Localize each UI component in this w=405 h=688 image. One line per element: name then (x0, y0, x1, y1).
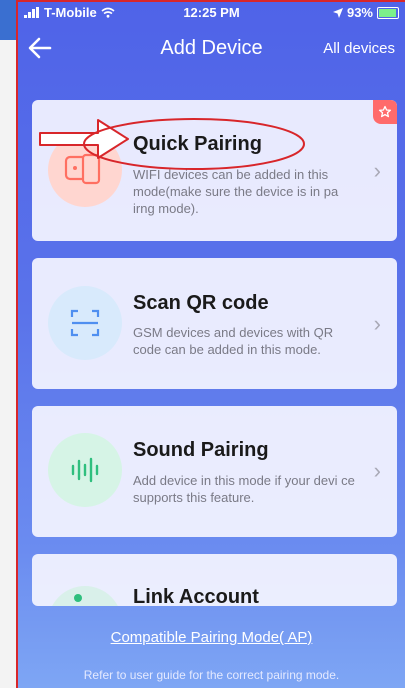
card-title: Link Account (133, 586, 259, 606)
link-account-icon (48, 586, 122, 606)
left-page-strip (0, 40, 16, 688)
status-bar: T-Mobile 12:25 PM 93% (18, 2, 405, 24)
card-title: Quick Pairing (133, 133, 262, 155)
chevron-right-icon: › (373, 158, 381, 183)
location-arrow-icon (332, 7, 343, 18)
battery-percent: 93% (346, 5, 373, 20)
sound-pairing-card[interactable]: Sound Pairing Add device in this mode if… (32, 406, 397, 537)
battery-icon (377, 6, 399, 19)
link-account-card[interactable]: Link Account (32, 554, 397, 606)
phone-pairing-icon (48, 133, 122, 207)
qr-scan-icon (48, 286, 122, 360)
quick-pairing-card[interactable]: Quick Pairing WIFI devices can be added … (32, 100, 397, 241)
app-screen: T-Mobile 12:25 PM 93% Add Device All dev… (16, 0, 405, 688)
all-devices-link[interactable]: All devices (323, 40, 395, 57)
nav-header: Add Device All devices (18, 26, 405, 70)
recommended-star-icon (373, 100, 397, 124)
scan-qr-card[interactable]: Scan QR code GSM devices and devices wit… (32, 258, 397, 389)
chevron-right-icon: › (373, 458, 381, 483)
chevron-right-icon: › (373, 311, 381, 336)
left-page-strip-top (0, 0, 16, 40)
card-title: Sound Pairing (133, 439, 269, 461)
card-description: GSM devices and devices with QR code can… (133, 325, 334, 357)
card-title: Scan QR code (133, 292, 269, 314)
pairing-help-note: Refer to user guide for the correct pair… (83, 668, 340, 682)
sound-wave-icon (48, 433, 122, 507)
compatible-pairing-link[interactable]: Compatible Pairing Mode( AP) (18, 629, 405, 646)
card-description: WIFI devices can be added in this mode(m… (133, 167, 339, 216)
card-description: Add device in this mode if your devi ce … (133, 473, 355, 505)
